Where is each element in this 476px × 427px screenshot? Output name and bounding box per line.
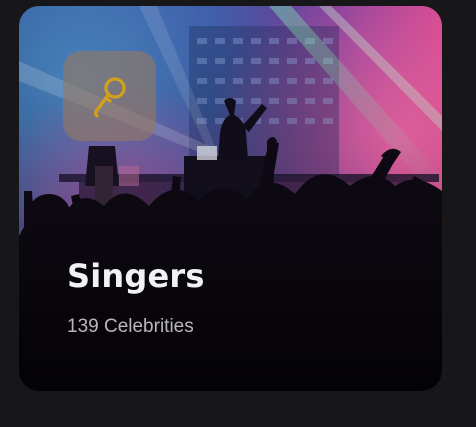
icon-tile: [63, 51, 156, 141]
card-title: Singers: [67, 257, 205, 295]
page: Singers 139 Celebrities: [0, 0, 476, 427]
card-subtitle: 139 Celebrities: [67, 316, 194, 337]
microphone-icon: [93, 77, 126, 118]
category-card-singers[interactable]: Singers 139 Celebrities: [19, 6, 442, 391]
